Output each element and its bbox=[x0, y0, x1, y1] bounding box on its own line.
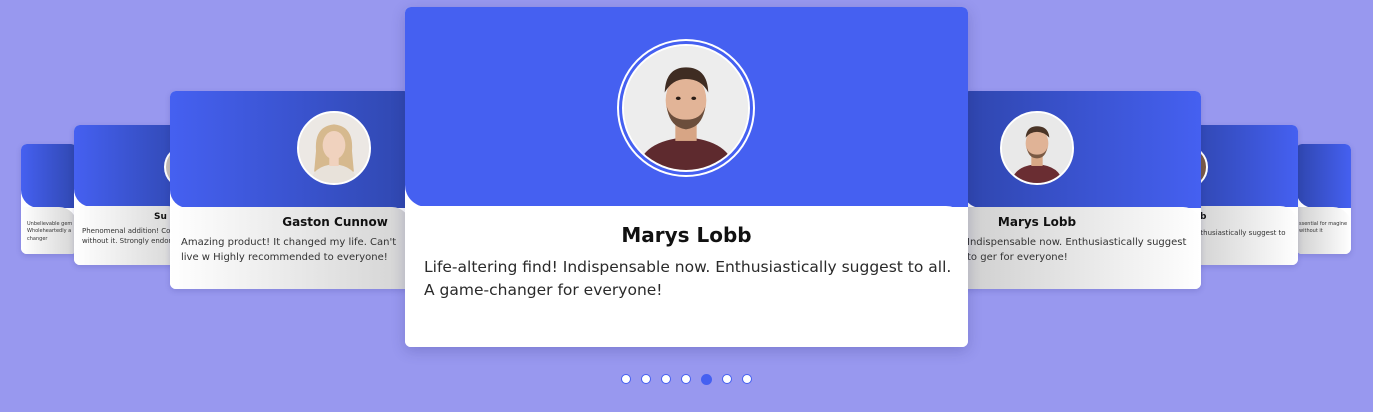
testimonial-card-far-left[interactable]: Unbelievable gem Wholeheartedly a change… bbox=[21, 144, 77, 254]
testimonial-text: Life-altering find! Indispensable now. E… bbox=[424, 258, 952, 300]
pagination-dot-6[interactable] bbox=[722, 374, 732, 384]
testimonial-card-left[interactable]: Gaston Cunnow Amazing product! It change… bbox=[170, 91, 410, 289]
testimonial-card-active[interactable]: Marys Lobb Life-altering find! Indispens… bbox=[405, 7, 968, 347]
testimonial-card-far-right[interactable]: ssential for magine without it bbox=[1296, 144, 1351, 254]
pagination-dot-3[interactable] bbox=[661, 374, 671, 384]
woman-portrait-icon bbox=[299, 113, 369, 183]
card-header bbox=[405, 7, 968, 207]
reviewer-name: b bbox=[1200, 212, 1207, 222]
avatar-woman-portrait bbox=[297, 111, 371, 185]
testimonial-text: ssential for magine without it bbox=[1299, 221, 1348, 235]
card-body: ssential for magine without it bbox=[1296, 207, 1351, 254]
testimonial-card-near-right[interactable]: b nthusiastically suggest to bbox=[1188, 125, 1298, 265]
pagination-dot-2[interactable] bbox=[641, 374, 651, 384]
pagination-dot-5-active[interactable] bbox=[701, 374, 712, 385]
testimonial-text: Amazing product! It changed my life. Can… bbox=[181, 237, 397, 263]
man-portrait-icon bbox=[1002, 113, 1072, 183]
pagination-dot-4[interactable] bbox=[681, 374, 691, 384]
testimonial-text: nthusiastically suggest to bbox=[1196, 229, 1286, 237]
reviewer-name: Marys Lobb bbox=[621, 223, 752, 247]
pagination-dot-7[interactable] bbox=[742, 374, 752, 384]
card-header bbox=[1188, 125, 1298, 207]
testimonial-carousel: Unbelievable gem Wholeheartedly a change… bbox=[0, 0, 1373, 412]
reviewer-name: Marys Lobb bbox=[997, 215, 1077, 229]
card-header bbox=[963, 91, 1201, 208]
reviewer-name: Gaston Cunnow bbox=[282, 215, 388, 229]
card-body: b nthusiastically suggest to bbox=[1188, 206, 1298, 265]
carousel-pagination bbox=[621, 374, 752, 385]
avatar-man-portrait bbox=[1000, 111, 1074, 185]
testimonial-text: Indispensable now. Enthusiastically sugg… bbox=[967, 237, 1187, 263]
card-body: Unbelievable gem Wholeheartedly a change… bbox=[21, 207, 77, 254]
testimonial-text: Unbelievable gem Wholeheartedly a change… bbox=[27, 221, 73, 242]
card-header bbox=[170, 91, 410, 208]
card-body: Gaston Cunnow Amazing product! It change… bbox=[170, 207, 410, 289]
card-body: Marys Lobb Life-altering find! Indispens… bbox=[405, 206, 968, 347]
card-header bbox=[21, 144, 77, 208]
avatar-man-portrait bbox=[622, 44, 750, 172]
testimonial-card-right[interactable]: Marys Lobb Indispensable now. Enthusiast… bbox=[963, 91, 1201, 289]
testimonial-text: Phenomenal addition! Com without it. Str… bbox=[82, 227, 178, 246]
card-header bbox=[1296, 144, 1351, 208]
man-portrait-icon bbox=[624, 46, 748, 170]
card-body: Marys Lobb Indispensable now. Enthusiast… bbox=[963, 207, 1201, 289]
pagination-dot-1[interactable] bbox=[621, 374, 631, 384]
